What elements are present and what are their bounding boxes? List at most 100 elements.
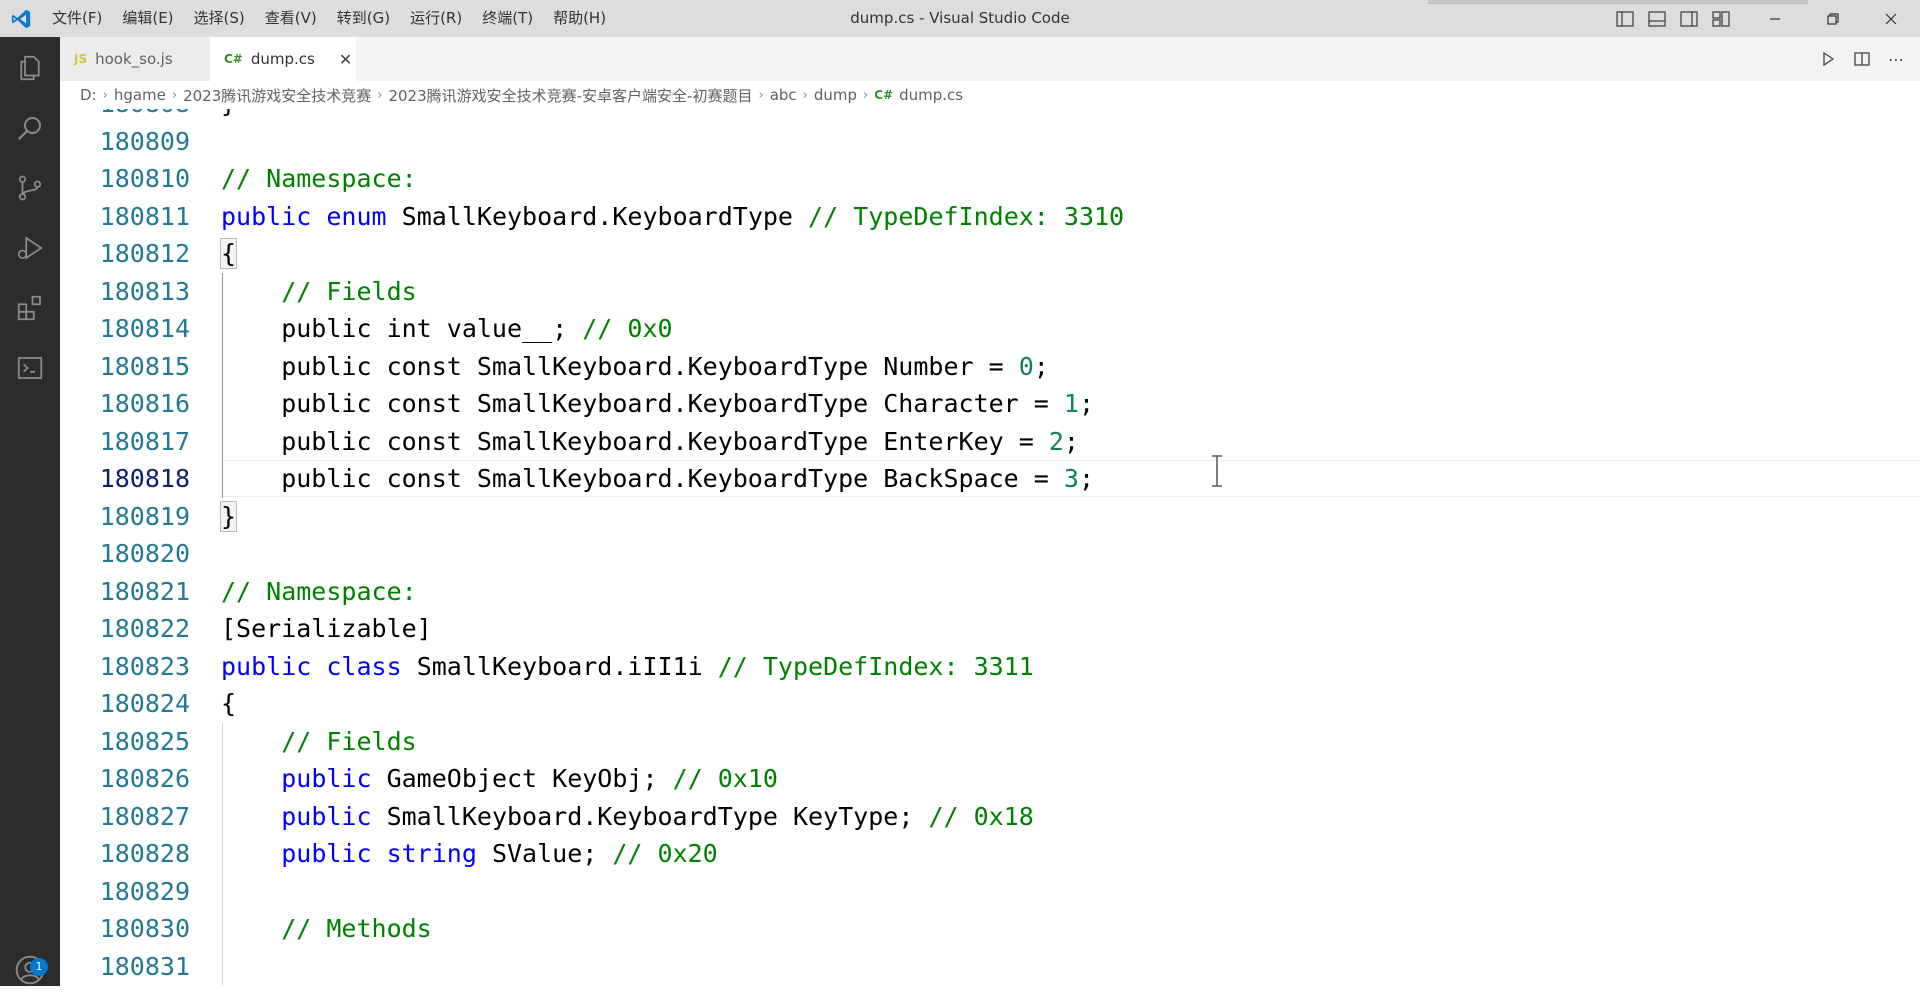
terminal-icon[interactable] <box>0 341 60 395</box>
code-token: // 0x0 <box>582 314 673 343</box>
line-number: 180826 <box>99 764 190 793</box>
explorer-icon[interactable] <box>0 41 60 95</box>
line-number: 180822 <box>99 614 190 643</box>
menu-item-0[interactable]: 文件(F) <box>42 0 112 37</box>
line-number: 180825 <box>99 726 190 756</box>
source-control-icon[interactable] <box>0 161 60 215</box>
toggle-panel-icon[interactable] <box>1646 8 1668 30</box>
code-token: // 0x10 <box>672 764 778 793</box>
line-number: 180829 <box>99 876 190 906</box>
csharp-file-icon: C# <box>224 52 243 66</box>
run-icon[interactable] <box>1818 49 1838 69</box>
menu-item-7[interactable]: 帮助(H) <box>543 0 616 37</box>
code-text: // Fields <box>221 273 416 311</box>
menu-item-3[interactable]: 查看(V) <box>255 0 327 37</box>
line-number: 180827 <box>99 801 190 831</box>
code-token: 2 <box>1048 426 1064 456</box>
code-token: GameObject KeyObj; <box>371 764 673 793</box>
code-line: 180808} <box>60 109 1920 123</box>
toggle-secondary-sidebar-icon[interactable] <box>1678 8 1700 30</box>
chevron-right-icon: › <box>171 87 178 103</box>
code-line: 180824 { <box>60 685 1920 723</box>
breadcrumb-item[interactable]: dump.cs <box>899 86 963 104</box>
minimize-icon[interactable] <box>1746 0 1804 37</box>
code-text: } <box>219 498 238 536</box>
code-token: SmallKeyboard.KeyboardType <box>386 201 809 231</box>
code-token: public <box>281 764 372 793</box>
more-actions-icon[interactable]: ⋯ <box>1886 49 1906 69</box>
code-token: public int value__; <box>221 314 583 343</box>
code-token: SmallKeyboard.KeyboardType KeyType; <box>371 801 929 831</box>
indent-guide <box>222 272 223 498</box>
breadcrumb-item[interactable]: hgame <box>114 86 166 104</box>
accounts-badge: 1 <box>30 958 48 976</box>
code-text: public SmallKeyboard.KeyboardType KeyTyp… <box>221 798 1034 836</box>
code-text: public const SmallKeyboard.KeyboardType … <box>221 348 1049 386</box>
code-line: 180826 public GameObject KeyObj; // 0x10 <box>60 760 1920 798</box>
code-token: ; <box>1078 389 1094 418</box>
menu-item-4[interactable]: 转到(G) <box>327 0 400 37</box>
toggle-primary-sidebar-icon[interactable] <box>1614 8 1636 30</box>
chevron-right-icon: › <box>863 87 869 103</box>
line-number: 180813 <box>99 276 190 306</box>
line-number: 180823 <box>99 651 190 681</box>
tab-dump-cs[interactable]: C# dump.cs ✕ <box>210 37 356 81</box>
code-token: public const SmallKeyboard.KeyboardType … <box>221 351 1019 381</box>
code-text: public const SmallKeyboard.KeyboardType … <box>221 423 1079 461</box>
text-cursor-icon <box>1210 455 1224 487</box>
code-text: { <box>221 685 236 723</box>
tab-label: dump.cs <box>250 50 315 68</box>
code-text: public GameObject KeyObj; // 0x10 <box>221 760 778 798</box>
code-token: // Methods <box>281 914 432 943</box>
code-line: 180815 public const SmallKeyboard.Keyboa… <box>60 348 1920 386</box>
code-text: // Namespace: <box>221 160 417 198</box>
search-icon[interactable] <box>0 101 60 155</box>
split-editor-icon[interactable] <box>1852 49 1872 69</box>
code-editor[interactable]: 180808} 180809 180810 // Namespace: 180811 pu… <box>60 109 1920 986</box>
chevron-right-icon: › <box>102 87 108 103</box>
code-token: ; <box>1033 351 1049 381</box>
code-token: 3 <box>1063 464 1079 493</box>
breadcrumb-item[interactable]: 2023腾讯游戏安全技术竞赛-安卓客户端安全-初赛题目 <box>388 85 752 106</box>
menu-item-2[interactable]: 选择(S) <box>184 0 255 37</box>
code-token: } <box>219 500 238 532</box>
tab-hook-so-js[interactable]: JS hook_so.js <box>60 37 210 81</box>
tab-bar: JS hook_so.js C# dump.cs ✕ <box>60 37 1920 81</box>
code-line: 180816 public const SmallKeyboard.Keyboa… <box>60 385 1920 423</box>
menu-item-6[interactable]: 终端(T) <box>472 0 543 37</box>
extensions-icon[interactable] <box>0 281 60 335</box>
breadcrumb-item[interactable]: 2023腾讯游戏安全技术竞赛 <box>183 85 371 106</box>
code-line: 180810 // Namespace: <box>60 160 1920 198</box>
code-token: ; <box>1063 426 1079 456</box>
code-text: public string SValue; // 0x20 <box>221 835 718 873</box>
restore-icon[interactable] <box>1804 0 1862 37</box>
run-debug-icon[interactable] <box>0 221 60 275</box>
line-number: 180811 <box>99 201 190 231</box>
code-token: // 0x18 <box>928 801 1034 831</box>
menu-item-5[interactable]: 运行(R) <box>400 0 472 37</box>
code-text: // Methods <box>221 910 432 948</box>
breadcrumb-item[interactable]: abc <box>770 86 797 104</box>
code-line: 180820 <box>60 535 1920 573</box>
breadcrumb-item[interactable]: dump <box>814 86 857 104</box>
code-text: // Fields <box>221 723 416 761</box>
code-line: 180822 [Serializable] <box>60 610 1920 648</box>
line-number: 180815 <box>99 351 190 381</box>
csharp-file-icon: C# <box>874 88 894 102</box>
line-number: 180821 <box>99 576 190 606</box>
breadcrumb: D: › hgame › 2023腾讯游戏安全技术竞赛 › 2023腾讯游戏安全技术竞赛-安… <box>60 81 1920 109</box>
tab-label: hook_so.js <box>95 50 173 68</box>
breadcrumb-item[interactable]: D: <box>80 86 97 104</box>
close-tab-icon[interactable]: ✕ <box>339 50 352 69</box>
code-line: 180809 <box>60 123 1920 161</box>
menu-item-1[interactable]: 编辑(E) <box>112 0 183 37</box>
customize-layout-icon[interactable] <box>1710 8 1732 30</box>
code-token: string <box>386 839 477 868</box>
close-window-icon[interactable] <box>1862 0 1920 37</box>
code-token: // Namespace: <box>221 164 417 193</box>
code-line: 180813 // Fields <box>60 273 1920 311</box>
code-text: } <box>221 109 236 123</box>
